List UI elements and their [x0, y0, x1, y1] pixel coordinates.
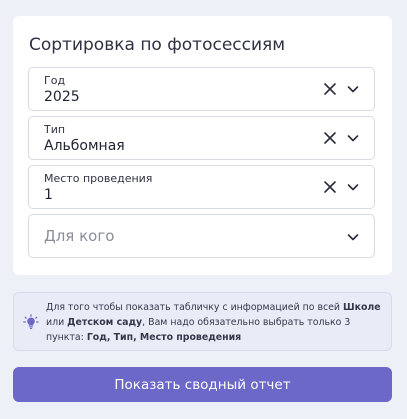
chevron-down-icon[interactable]: [346, 82, 360, 96]
close-icon[interactable]: [322, 179, 338, 195]
close-icon[interactable]: [322, 130, 338, 146]
filters-card: Сортировка по фотосессиям Год 2025 Тип А…: [13, 16, 392, 275]
chevron-down-icon[interactable]: [346, 180, 360, 194]
audience-select[interactable]: Для кого: [28, 214, 375, 258]
info-required-fields: Год, Тип, Место проведения: [86, 332, 242, 343]
info-school: Школе: [343, 302, 381, 313]
info-notice: Для того чтобы показать табличку с инфор…: [13, 292, 392, 351]
audience-select-placeholder: Для кого: [44, 227, 115, 245]
info-text-part: или: [46, 317, 68, 328]
show-summary-report-button[interactable]: Показать сводный отчет: [13, 367, 392, 402]
type-select-label: Тип: [44, 123, 66, 136]
info-text: Для того чтобы показать табличку с инфор…: [46, 300, 386, 345]
info-text-part: Для того чтобы показать табличку с инфор…: [46, 302, 344, 313]
year-select-label: Год: [44, 74, 66, 87]
year-select[interactable]: Год 2025: [28, 67, 375, 111]
venue-select-value: 1: [44, 187, 53, 203]
info-kindergarten: Детском саду: [67, 317, 143, 328]
lightbulb-icon: [23, 314, 39, 329]
type-select-value: Альбомная: [44, 138, 125, 154]
venue-select-label: Место проведения: [44, 172, 153, 185]
filters-title: Сортировка по фотосессиям: [29, 35, 286, 55]
chevron-down-icon[interactable]: [346, 131, 360, 145]
venue-select[interactable]: Место проведения 1: [28, 165, 375, 209]
type-select[interactable]: Тип Альбомная: [28, 116, 375, 160]
year-select-value: 2025: [44, 89, 80, 105]
close-icon[interactable]: [322, 81, 338, 97]
chevron-down-icon[interactable]: [346, 230, 360, 244]
